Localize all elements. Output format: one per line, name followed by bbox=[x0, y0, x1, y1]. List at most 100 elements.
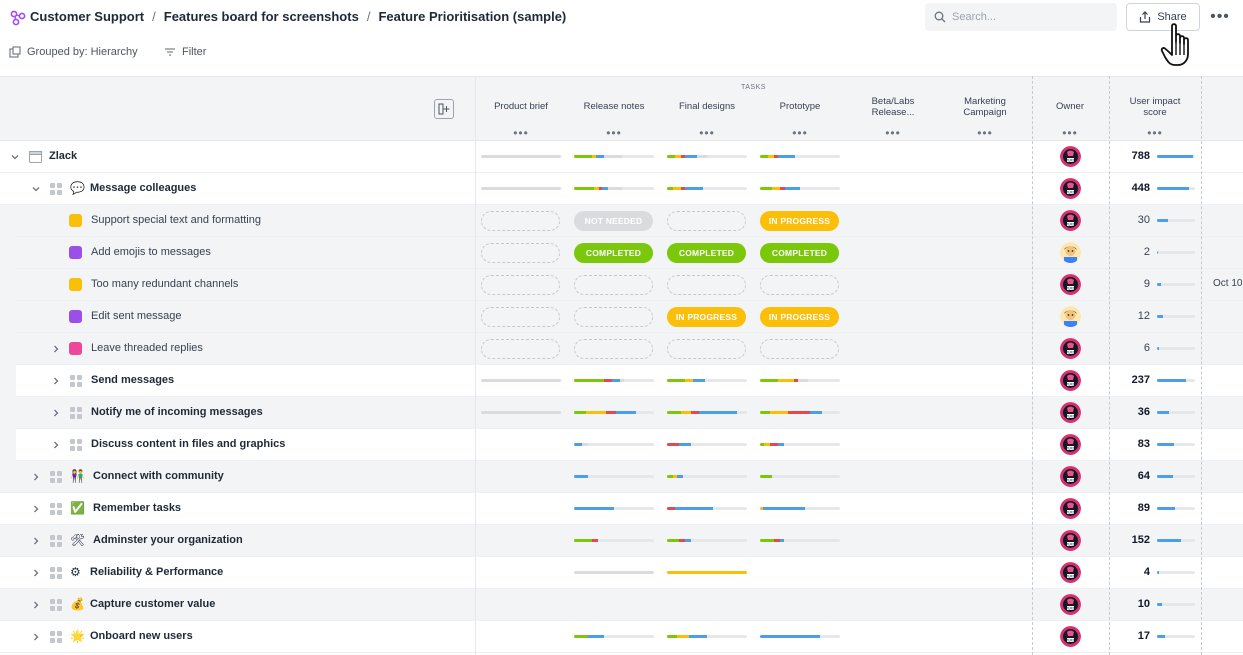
empty-status-cell[interactable] bbox=[667, 275, 746, 295]
empty-status-cell[interactable] bbox=[481, 211, 560, 231]
chevron-right-icon[interactable] bbox=[50, 343, 62, 355]
status-pill[interactable]: COMPLETED bbox=[667, 243, 746, 263]
owner-avatar[interactable]: PURS bbox=[1060, 210, 1081, 231]
chevron-right-icon[interactable] bbox=[30, 471, 42, 483]
owner-avatar[interactable]: PURS bbox=[1060, 466, 1081, 487]
owner-avatar[interactable]: PURS bbox=[1060, 498, 1081, 519]
grouped-by-button[interactable]: Grouped by: Hierarchy bbox=[9, 46, 138, 58]
owner-avatar[interactable] bbox=[1060, 242, 1081, 263]
chevron-right-icon[interactable] bbox=[50, 375, 62, 387]
chevron-right-icon[interactable] bbox=[30, 535, 42, 547]
search-box[interactable] bbox=[925, 3, 1117, 31]
owner-avatar[interactable]: PURS bbox=[1060, 178, 1081, 199]
row-label[interactable]: Discuss content in files and graphics bbox=[91, 438, 285, 450]
chevron-right-icon[interactable] bbox=[30, 503, 42, 515]
row-label[interactable]: Adminster your organization bbox=[93, 534, 243, 546]
row-label[interactable]: Zlack bbox=[49, 150, 77, 162]
owner-avatar[interactable]: PURS bbox=[1060, 594, 1081, 615]
status-pill[interactable]: IN PROGRESS bbox=[760, 307, 839, 327]
column-header-beta-labs[interactable]: Beta/Labs Release... bbox=[862, 96, 924, 118]
row-label[interactable]: Leave threaded replies bbox=[91, 342, 203, 354]
table-row[interactable]: Notify me of incoming messages PURS 36 bbox=[0, 397, 1243, 429]
owner-avatar[interactable]: PURS bbox=[1060, 370, 1081, 391]
row-label[interactable]: Send messages bbox=[91, 374, 174, 386]
empty-status-cell[interactable] bbox=[667, 211, 746, 231]
column-menu-icon[interactable]: ••• bbox=[1145, 126, 1165, 140]
chevron-right-icon[interactable] bbox=[30, 599, 42, 611]
table-row[interactable]: Edit sent message IN PROGRESS IN PROGRESS 1… bbox=[0, 301, 1243, 333]
page-title[interactable]: Feature Prioritisation (sample) bbox=[378, 9, 566, 24]
empty-status-cell[interactable] bbox=[667, 339, 746, 359]
table-row[interactable]: Add emojis to messages COMPLETED COMPLETED… bbox=[0, 237, 1243, 269]
column-menu-icon[interactable]: ••• bbox=[790, 126, 810, 140]
owner-avatar[interactable]: PURS bbox=[1060, 626, 1081, 647]
table-row[interactable]: Discuss content in files and graphics PUR… bbox=[0, 429, 1243, 461]
status-pill[interactable]: IN PROGRESS bbox=[667, 307, 746, 327]
row-label[interactable]: Support special text and formatting bbox=[91, 214, 261, 226]
empty-status-cell[interactable] bbox=[760, 339, 839, 359]
status-pill[interactable]: NOT NEEDED bbox=[574, 211, 653, 231]
chevron-right-icon[interactable] bbox=[30, 631, 42, 643]
filter-button[interactable]: Filter bbox=[164, 46, 206, 58]
column-menu-icon[interactable]: ••• bbox=[883, 126, 903, 140]
search-input[interactable] bbox=[952, 11, 1102, 23]
owner-avatar[interactable]: PURS bbox=[1060, 146, 1081, 167]
row-label[interactable]: Capture customer value bbox=[90, 598, 215, 610]
empty-status-cell[interactable] bbox=[760, 275, 839, 295]
table-row[interactable]: ⚙ Reliability & Performance PURS 4 bbox=[0, 557, 1243, 589]
column-menu-icon[interactable]: ••• bbox=[975, 126, 995, 140]
empty-status-cell[interactable] bbox=[481, 275, 560, 295]
table-row[interactable]: Send messages PURS 237 bbox=[0, 365, 1243, 397]
owner-avatar[interactable]: PURS bbox=[1060, 562, 1081, 583]
table-row[interactable]: Support special text and formatting NOT N… bbox=[0, 205, 1243, 237]
chevron-right-icon[interactable] bbox=[50, 439, 62, 451]
column-menu-icon[interactable]: ••• bbox=[511, 126, 531, 140]
column-settings-icon[interactable] bbox=[434, 99, 454, 119]
status-pill[interactable]: IN PROGRESS bbox=[760, 211, 839, 231]
column-header-final-designs[interactable]: Final designs bbox=[667, 101, 747, 112]
row-label[interactable]: Too many redundant channels bbox=[91, 278, 238, 290]
status-pill[interactable]: COMPLETED bbox=[574, 243, 653, 263]
table-row[interactable]: 💬 Message colleagues PURS 448 bbox=[0, 173, 1243, 205]
row-label[interactable]: Add emojis to messages bbox=[91, 246, 211, 258]
table-row[interactable]: Leave threaded replies PURS 6 bbox=[0, 333, 1243, 365]
row-label[interactable]: Reliability & Performance bbox=[90, 566, 223, 578]
column-menu-icon[interactable]: ••• bbox=[697, 126, 717, 140]
column-menu-icon[interactable]: ••• bbox=[1060, 126, 1080, 140]
owner-avatar[interactable]: PURS bbox=[1060, 338, 1081, 359]
chevron-right-icon[interactable] bbox=[30, 567, 42, 579]
column-header-prototype[interactable]: Prototype bbox=[760, 101, 840, 112]
column-header-user-impact-score[interactable]: User impact score bbox=[1122, 96, 1188, 118]
table-row[interactable]: ✅ Remember tasks PURS 89 bbox=[0, 493, 1243, 525]
owner-avatar[interactable]: PURS bbox=[1060, 434, 1081, 455]
column-header-product-brief[interactable]: Product brief bbox=[481, 101, 561, 112]
table-row[interactable]: Zlack PURS 788 bbox=[0, 141, 1243, 173]
row-label[interactable]: Connect with community bbox=[93, 470, 224, 482]
column-header-marketing[interactable]: Marketing Campaign bbox=[955, 96, 1015, 118]
table-row[interactable]: 💰 Capture customer value PURS 10 bbox=[0, 589, 1243, 621]
table-row[interactable]: Too many redundant channels PURS 9 Oct 10, bbox=[0, 269, 1243, 301]
column-menu-icon[interactable]: ••• bbox=[604, 126, 624, 140]
breadcrumb-item-board[interactable]: Features board for screenshots bbox=[164, 9, 359, 24]
owner-avatar[interactable]: PURS bbox=[1060, 530, 1081, 551]
chevron-right-icon[interactable] bbox=[50, 407, 62, 419]
row-label[interactable]: Remember tasks bbox=[93, 502, 181, 514]
row-label[interactable]: Message colleagues bbox=[90, 182, 196, 194]
row-label[interactable]: Onboard new users bbox=[90, 630, 193, 642]
table-row[interactable]: 👫 Connect with community PURS 64 bbox=[0, 461, 1243, 493]
row-label[interactable]: Notify me of incoming messages bbox=[91, 406, 263, 418]
empty-status-cell[interactable] bbox=[481, 339, 560, 359]
table-row[interactable]: 🌟 Onboard new users PURS 17 bbox=[0, 621, 1243, 653]
empty-status-cell[interactable] bbox=[574, 307, 653, 327]
column-header-owner[interactable]: Owner bbox=[1040, 101, 1100, 112]
empty-status-cell[interactable] bbox=[481, 307, 560, 327]
owner-avatar[interactable]: PURS bbox=[1060, 274, 1081, 295]
column-header-release-notes[interactable]: Release notes bbox=[574, 101, 654, 112]
empty-status-cell[interactable] bbox=[574, 339, 653, 359]
status-pill[interactable]: COMPLETED bbox=[760, 243, 839, 263]
owner-avatar[interactable]: PURS bbox=[1060, 402, 1081, 423]
empty-status-cell[interactable] bbox=[481, 243, 560, 263]
table-row[interactable]: 🛠 Adminster your organization PURS 152 bbox=[0, 525, 1243, 557]
row-label[interactable]: Edit sent message bbox=[91, 310, 182, 322]
owner-avatar[interactable] bbox=[1060, 306, 1081, 327]
